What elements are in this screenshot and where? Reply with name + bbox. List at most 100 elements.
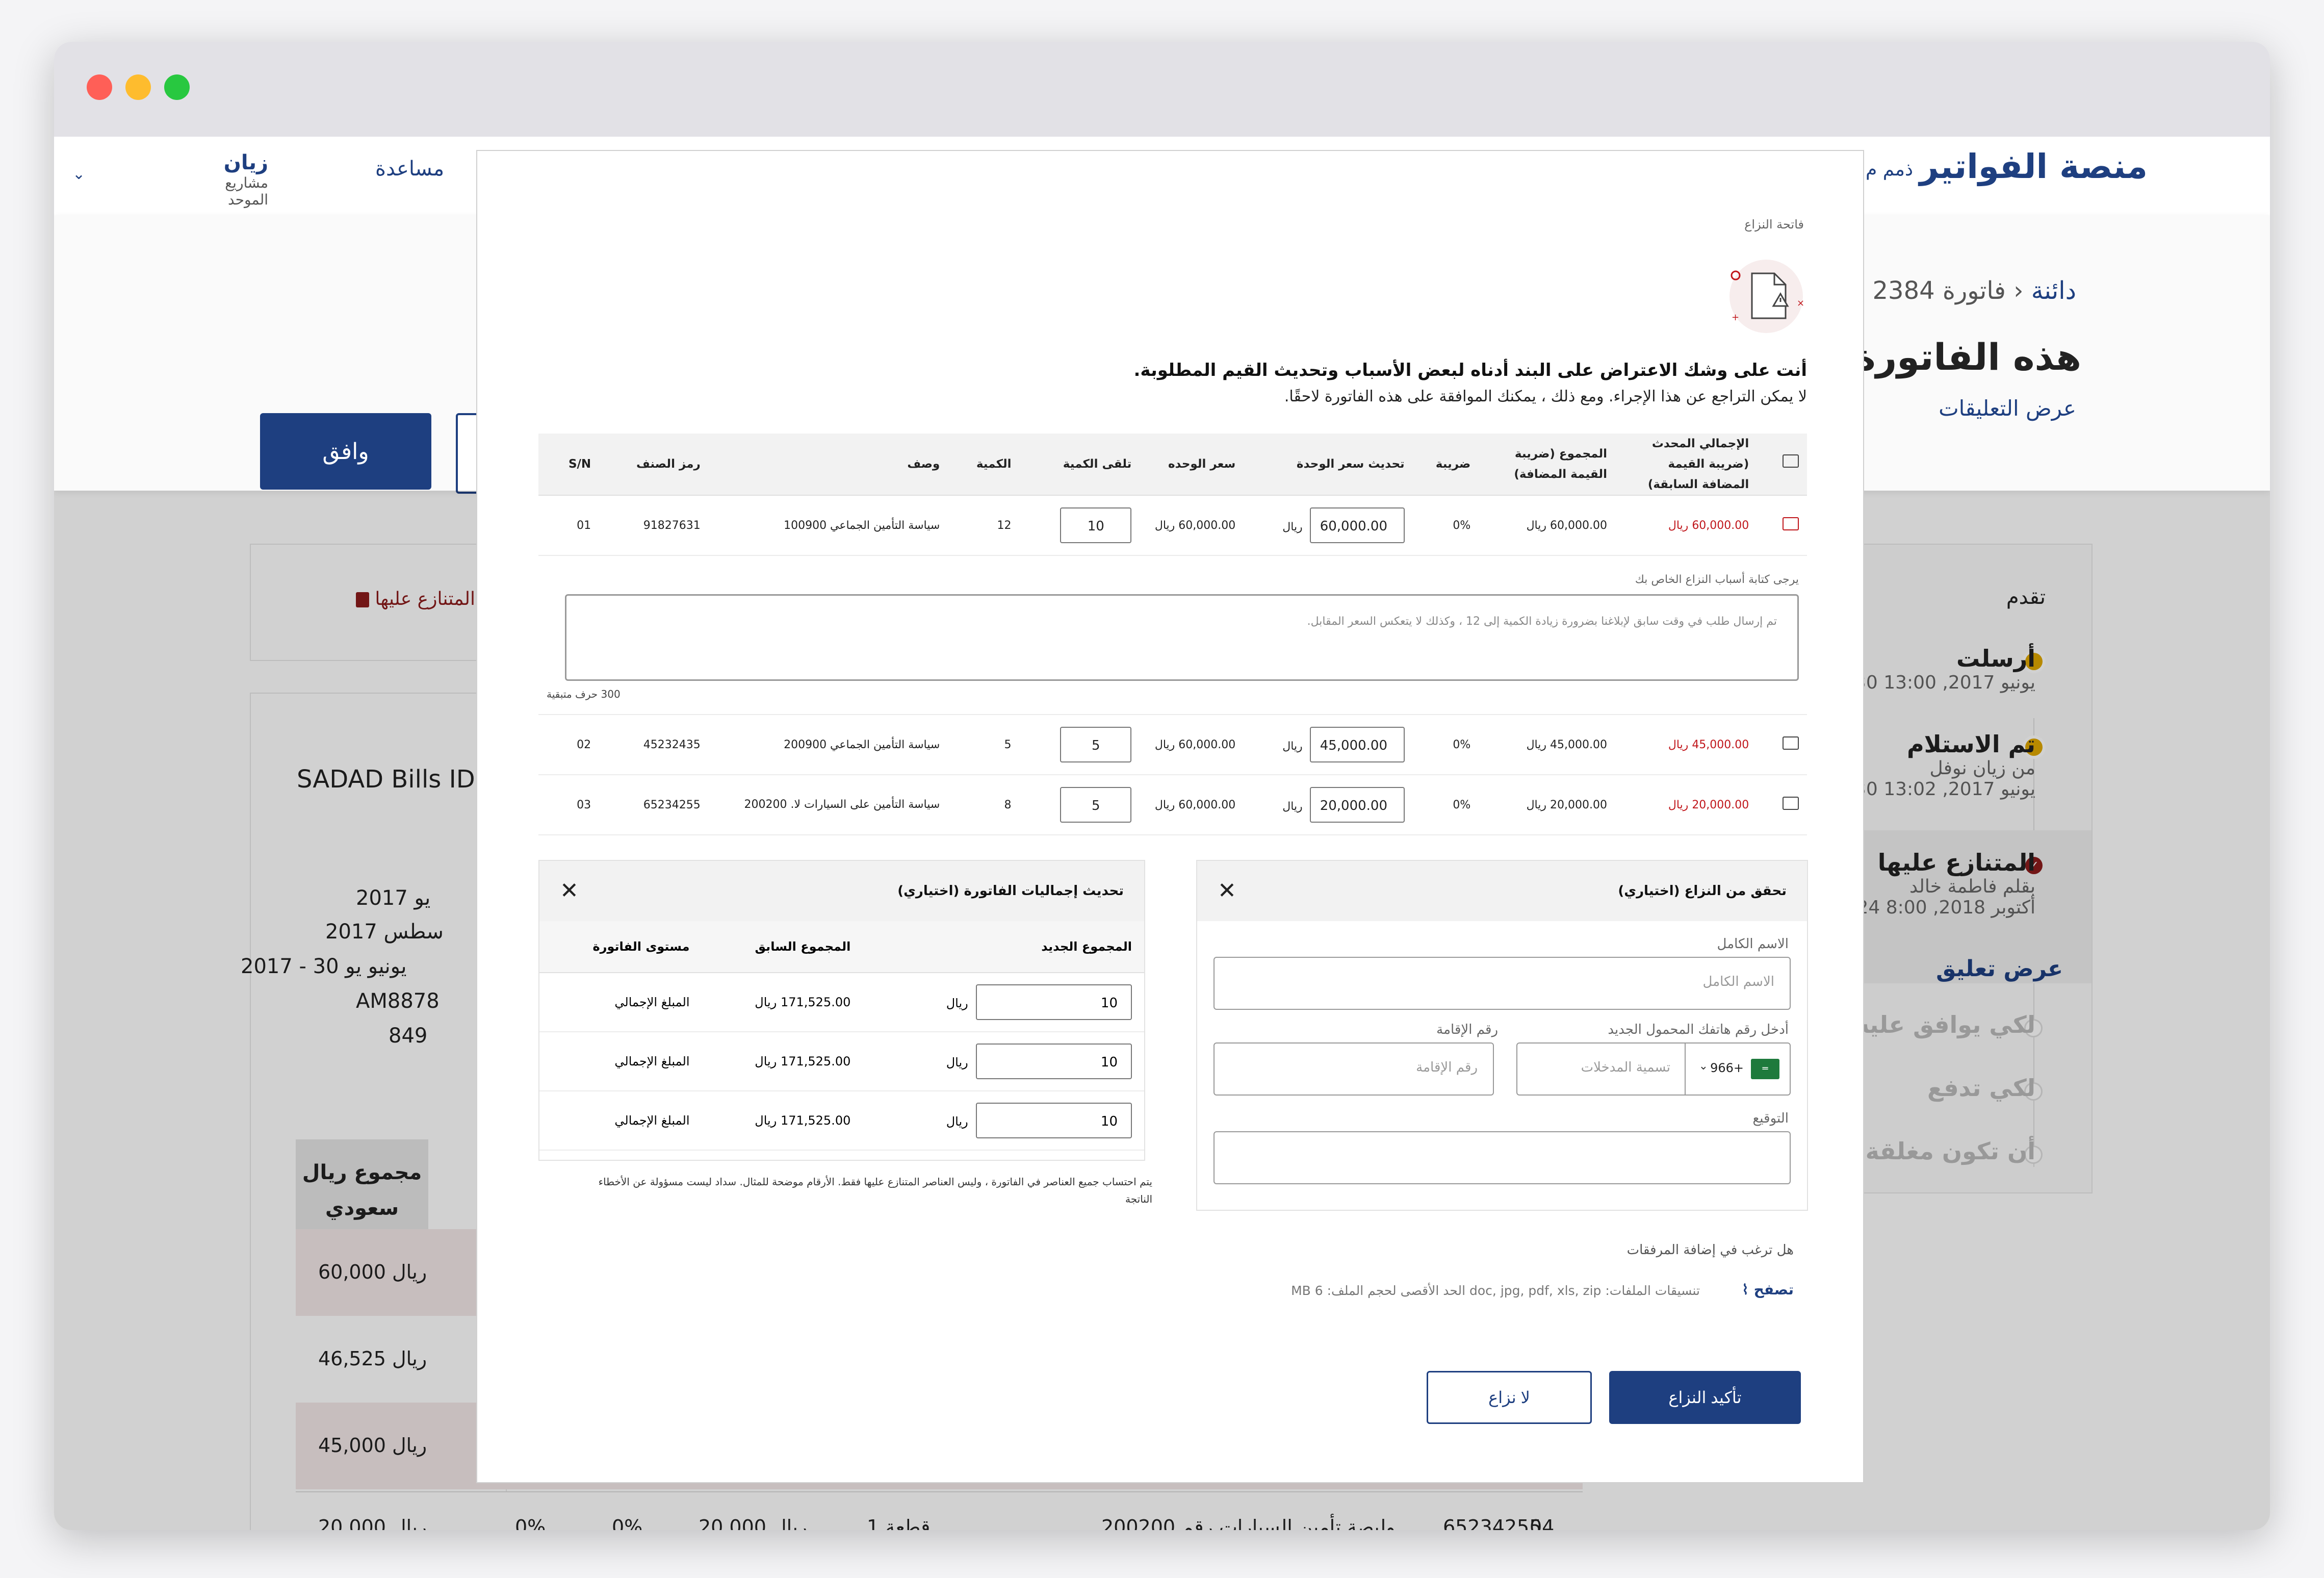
chevron-down-icon[interactable]: ⌄ <box>72 165 85 183</box>
currency-label: ريال <box>1282 521 1303 533</box>
dispute-modal: فاتحة النزاع × + أنت على وشك الاعتراض عل… <box>476 150 1864 1483</box>
new-total-cell: 10 ريال <box>863 1091 1144 1151</box>
view-comments-link[interactable]: عرض التعليقات <box>1939 396 2076 421</box>
unit-price: 60,000.00 ريال <box>1140 715 1244 775</box>
new-price-input[interactable]: 60,000.00 <box>1309 507 1405 543</box>
totals-row: 10 ريال 171,525.00 ريال المبلغ الإجمالي <box>539 1032 1144 1091</box>
browse-button[interactable]: تصفح ⌇ <box>1742 1281 1794 1298</box>
updated-total: 60,000.00 ريال <box>1615 495 1758 556</box>
previous-total: 171,525.00 ريال <box>702 1091 863 1151</box>
chevron-icon: ‹ <box>2005 276 2024 305</box>
svg-text:×: × <box>1797 298 1804 309</box>
comment-active-icon[interactable] <box>1783 517 1799 530</box>
serial-number: 03 <box>538 775 600 835</box>
comment-icon[interactable] <box>1783 736 1799 750</box>
new-total-input[interactable]: 10 <box>976 1103 1132 1138</box>
currency-label: ريال <box>946 1114 968 1129</box>
column-header: ضريبة <box>1412 434 1479 496</box>
tax: 0% <box>1412 715 1479 775</box>
column-header: المجموع السابق <box>702 921 863 973</box>
unit-price: 60,000.00 ريال <box>1140 775 1244 835</box>
updated-total: 20,000.00 ريال <box>1615 775 1758 835</box>
nav-receivables[interactable]: ذمم م <box>1866 159 1913 180</box>
confirm-dispute-button[interactable]: تأكيد النزاع <box>1609 1371 1801 1424</box>
column-header: المجموع (ضريبة القيمة المضافة) <box>1479 434 1615 496</box>
verify-panel: تحقق من النزاع (اختياري) ✕ الاسم الكامل … <box>1196 860 1808 1211</box>
received-qty-cell: 5 <box>1019 715 1140 775</box>
comment-column-header <box>1757 434 1807 496</box>
approve-button[interactable]: وافق <box>260 413 431 490</box>
column-header: وصف <box>708 434 948 496</box>
full-name-input[interactable]: الاسم الكامل <box>1213 957 1791 1010</box>
new-total-input[interactable]: 10 <box>976 984 1132 1020</box>
reason-textarea[interactable]: تم إرسال طلب في وقت سابق لإبلاغنا بضرورة… <box>565 594 1799 681</box>
totals-disclaimer: يتم احتساب جميع العناصر في الفاتورة ، ول… <box>598 1176 1152 1205</box>
comment-cell[interactable] <box>1757 715 1807 775</box>
received-qty-input[interactable]: 10 <box>1060 507 1132 543</box>
totals-row: 10 ريال 171,525.00 ريال المبلغ الإجمالي <box>539 1091 1144 1151</box>
modal-label: فاتحة النزاع <box>1744 217 1804 232</box>
currency-label: ريال <box>946 996 968 1010</box>
description: سياسة التأمين الجماعي 100900 <box>708 495 948 556</box>
help-link[interactable]: مساعدة <box>375 157 444 181</box>
minimize-window-button[interactable] <box>125 74 151 100</box>
characters-remaining: 300 حرف متبقية <box>547 688 621 700</box>
currency-label: ريال <box>946 1055 968 1070</box>
new-total-input[interactable]: 10 <box>976 1043 1132 1079</box>
totals-panel-header: تحديث إجماليات الفاتورة (اختياري) ✕ <box>539 861 1144 921</box>
invoice-level: المبلغ الإجمالي <box>539 1032 702 1091</box>
verify-panel-header: تحقق من النزاع (اختياري) ✕ <box>1197 861 1807 921</box>
breadcrumb: دائنة ‹ فاتورة 2384 <box>1873 276 2076 305</box>
comment-cell[interactable] <box>1757 495 1807 556</box>
phone-label: أدخل رقم هاتفك المحمول الجديد <box>1608 1022 1789 1037</box>
totals-panel: تحديث إجماليات الفاتورة (اختياري) ✕ المج… <box>538 860 1145 1161</box>
file-formats-note: تنسيقات الملفات: doc, jpg, pdf, xls, zip… <box>1291 1283 1700 1298</box>
serial-number: 01 <box>538 495 600 556</box>
received-qty-input[interactable]: 5 <box>1060 787 1132 823</box>
divider <box>1685 1043 1686 1095</box>
table-row: 45,000.00 ريال 45,000.00 ريال 0% 45,000.… <box>538 715 1807 775</box>
column-header: S/N <box>538 434 600 496</box>
currency-label: ريال <box>1282 740 1303 753</box>
total: 45,000.00 ريال <box>1479 715 1615 775</box>
total: 20,000.00 ريال <box>1479 775 1615 835</box>
item-code: 65234255 <box>599 775 709 835</box>
new-price-input[interactable]: 20,000.00 <box>1309 787 1405 823</box>
user-menu[interactable]: زيان مشاريع الموحد <box>187 151 268 208</box>
close-icon[interactable]: ✕ <box>1218 861 1236 921</box>
column-header: الكمية <box>948 434 1020 496</box>
description: سياسة التأمين الجماعي 200900 <box>708 715 948 775</box>
close-icon[interactable]: ✕ <box>560 861 579 921</box>
breadcrumb-root[interactable]: دائنة <box>2031 276 2076 305</box>
close-window-button[interactable] <box>87 74 112 100</box>
signature-input[interactable] <box>1213 1131 1791 1184</box>
verify-panel-title: تحقق من النزاع (اختياري) <box>1618 883 1787 899</box>
received-qty-cell: 10 <box>1019 495 1140 556</box>
received-qty-cell: 5 <box>1019 775 1140 835</box>
phone-input[interactable]: تسمية المدخلات <box>1581 1060 1670 1075</box>
svg-text:+: + <box>1732 312 1739 323</box>
item-code: 91827631 <box>599 495 709 556</box>
chevron-down-icon[interactable]: ⌄ <box>1699 1060 1708 1073</box>
residence-id-input[interactable]: رقم الإقامة <box>1213 1042 1494 1096</box>
previous-total: 171,525.00 ريال <box>702 1032 863 1091</box>
no-dispute-button[interactable]: لا نزاع <box>1427 1371 1592 1424</box>
received-qty-input[interactable]: 5 <box>1060 727 1132 762</box>
column-header: تلقى الكمية <box>1019 434 1140 496</box>
new-price-input[interactable]: 45,000.00 <box>1309 727 1405 762</box>
column-header: رمز الصنف <box>599 434 709 496</box>
attachments-question: هل ترغب في إضافة المرفقات <box>1626 1242 1794 1258</box>
comment-icon <box>1783 454 1799 468</box>
table-row: 60,000.00 ريال 60,000.00 ريال 0% 60,000.… <box>538 495 1807 556</box>
totals-table: المجموع الجديد المجموع السابق مستوى الفا… <box>539 921 1144 1151</box>
new-total-cell: 10 ريال <box>863 1032 1144 1091</box>
document-warning-icon: × + <box>1729 260 1804 333</box>
maximize-window-button[interactable] <box>164 74 190 100</box>
column-header: الإجمالي المحدث (ضريبة القيمة المضافة ال… <box>1615 434 1758 496</box>
comment-icon[interactable] <box>1783 797 1799 810</box>
country-code-select[interactable]: +966 <box>1710 1061 1744 1075</box>
brand-logo[interactable]: منصة الفواتير <box>1919 147 2148 186</box>
comment-cell[interactable] <box>1757 775 1807 835</box>
saudi-flag-icon: ═ <box>1751 1059 1779 1079</box>
new-price-cell: 60,000.00 ريال <box>1244 495 1413 556</box>
